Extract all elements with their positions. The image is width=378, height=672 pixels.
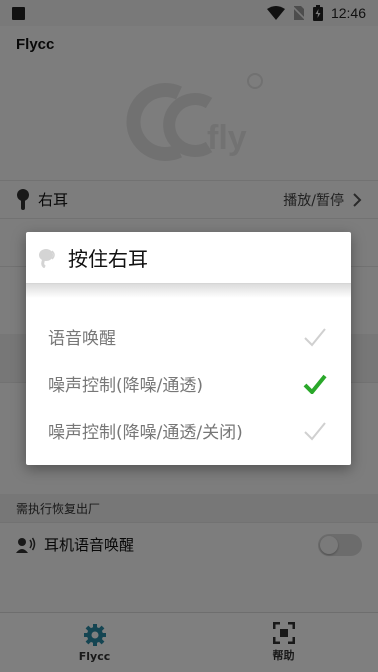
- option-noise-control-3[interactable]: 噪声控制(降噪/通透/关闭): [26, 407, 351, 454]
- option-voice-wakeup[interactable]: 语音唤醒: [26, 313, 351, 360]
- check-icon: [303, 374, 327, 394]
- app-screen: 12:46 Flycc fly 右耳 播放/暂停 需执行恢复出厂 耳机语音唤醒: [0, 0, 378, 672]
- option-label: 语音唤醒: [48, 329, 116, 349]
- press-right-ear-dialog: 按住右耳 语音唤醒 噪声控制(降噪/通透) 噪声控制(降噪/通透/关闭): [26, 232, 351, 465]
- earbud-icon: [39, 248, 55, 268]
- check-icon: [304, 327, 326, 346]
- dialog-divider: [26, 284, 351, 298]
- dialog-title: 按住右耳: [68, 247, 148, 271]
- dialog-header: 按住右耳: [26, 232, 351, 284]
- option-noise-control-2[interactable]: 噪声控制(降噪/通透): [26, 360, 351, 407]
- check-icon: [304, 421, 326, 440]
- option-label: 噪声控制(降噪/通透/关闭): [48, 423, 243, 443]
- option-label: 噪声控制(降噪/通透): [48, 376, 203, 396]
